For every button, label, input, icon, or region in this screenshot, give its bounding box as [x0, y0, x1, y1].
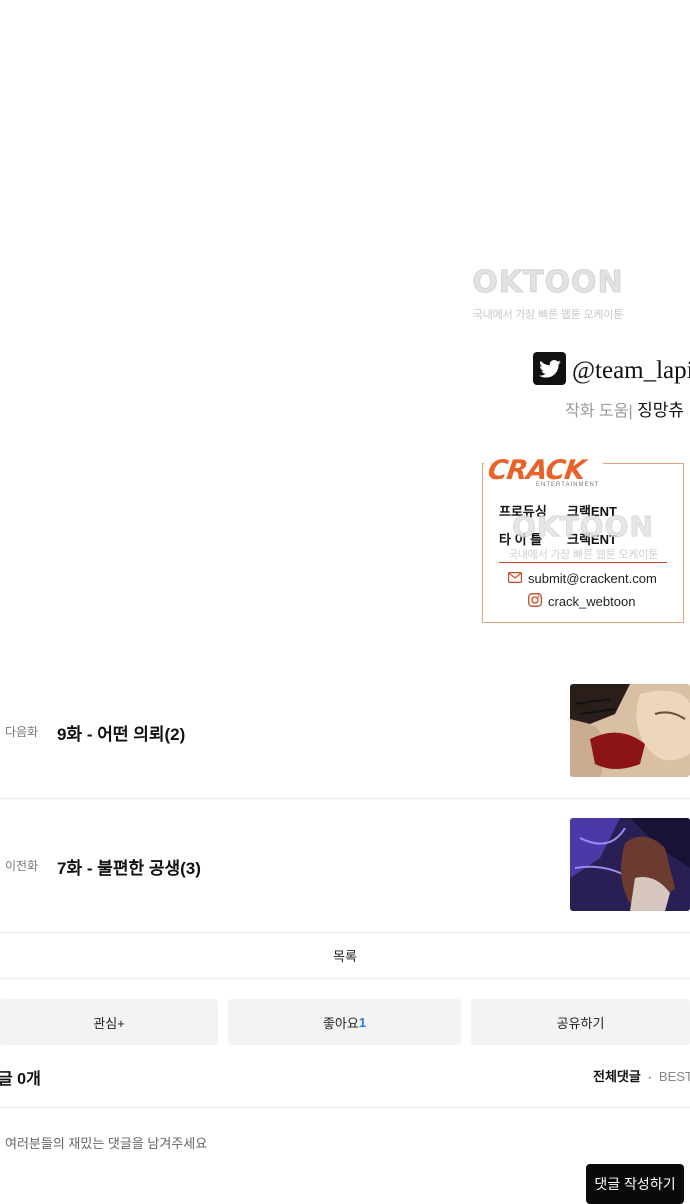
next-episode-row[interactable]: 다음화 9화 - 어떤 의뢰(2): [0, 664, 690, 799]
oktoon-watermark: OKTOON 국내에서 가장 빠른 웹툰 오케이툰: [466, 265, 630, 322]
crack-divider: [499, 562, 667, 563]
tab-separator: •: [648, 1073, 652, 1083]
episode-list-label: 목록: [333, 948, 357, 964]
prev-episode-title: 7화 - 불편한 공생(3): [57, 859, 201, 878]
tab-best-comments[interactable]: BEST댓: [659, 1069, 690, 1084]
episode-list-button[interactable]: 목록: [0, 932, 690, 979]
next-episode-title: 9화 - 어떤 의뢰(2): [57, 725, 186, 744]
crack-instagram-text: crack_webtoon: [548, 594, 636, 609]
comment-divider: [0, 1107, 690, 1108]
comment-placeholder: 여러분들의 재밌는 댓글을 남겨주세요: [5, 1136, 208, 1151]
tab-all-comments[interactable]: 전체댓글: [593, 1069, 641, 1084]
twitter-handle: @team_lapis: [572, 357, 690, 384]
like-button[interactable]: 좋아요 1: [228, 999, 461, 1045]
oktoon-tagline: 국내에서 가장 빠른 웹툰 오케이툰: [472, 309, 624, 321]
crack-email: submit@crackent.com: [508, 571, 657, 586]
next-episode-thumbnail[interactable]: [570, 684, 690, 777]
like-count: 1: [358, 1014, 367, 1030]
oktoon-tagline: 국내에서 가장 빠른 웹툰 오케이툰: [507, 549, 659, 561]
like-label: 좋아요: [322, 1015, 359, 1031]
favorite-button[interactable]: 관심+: [0, 999, 218, 1045]
crack-logo-text: CRACK: [485, 455, 587, 486]
write-comment-button[interactable]: 댓글 작성하기: [586, 1164, 684, 1204]
oktoon-logo: OKTOON: [512, 510, 654, 544]
next-episode-kind: 다음화: [5, 725, 39, 739]
prev-episode-row[interactable]: 이전화 7화 - 불편한 공생(3): [0, 798, 690, 933]
art-assist-label: 작화 도움|: [565, 403, 633, 420]
comment-count: 글 0개: [0, 1071, 41, 1088]
write-comment-label: 댓글 작성하기: [594, 1176, 676, 1192]
prev-episode-kind: 이전화: [5, 859, 39, 873]
art-assist-name: 징망츄: [637, 401, 684, 420]
twitter-icon: [533, 352, 566, 385]
mail-icon: [508, 571, 523, 586]
comment-tabs: 전체댓글 • BEST댓: [593, 1066, 690, 1086]
share-button[interactable]: 공유하기: [471, 999, 690, 1045]
crack-email-text: submit@crackent.com: [528, 571, 657, 586]
favorite-label: 관심+: [93, 1015, 125, 1031]
oktoon-logo: OKTOON: [472, 265, 624, 300]
share-label: 공유하기: [556, 1015, 605, 1031]
art-assist-credit: 작화 도움| 징망츄: [565, 396, 684, 421]
prev-episode-thumbnail[interactable]: [570, 818, 690, 911]
oktoon-watermark-overlay: OKTOON 국내에서 가장 빠른 웹툰 오케이툰: [498, 510, 668, 562]
crack-logo: CRACK ENTERTAINMENT: [484, 455, 604, 488]
instagram-icon: [528, 593, 542, 610]
crack-instagram: crack_webtoon: [528, 593, 635, 610]
comment-input[interactable]: 여러분들의 재밌는 댓글을 남겨주세요: [5, 1133, 575, 1152]
